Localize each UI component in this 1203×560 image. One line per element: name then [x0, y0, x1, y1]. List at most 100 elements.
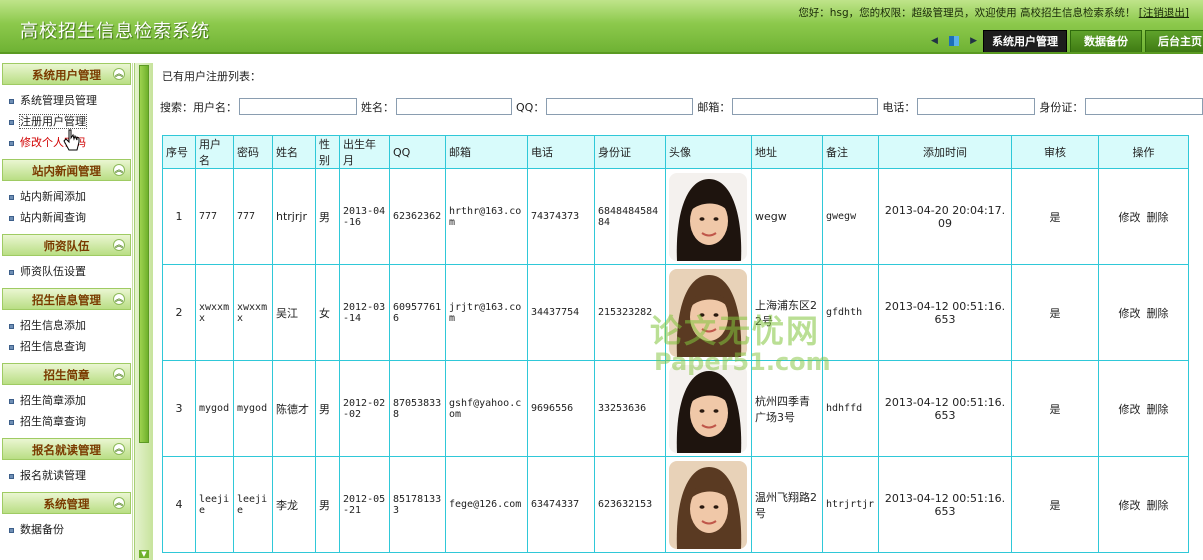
edit-link[interactable]: 修改 [1119, 499, 1141, 512]
app-header: 高校招生信息检索系统 您好：hsg，您的权限：超级管理员，欢迎使用 高校招生信息… [0, 0, 1203, 54]
delete-link[interactable]: 删除 [1147, 499, 1169, 512]
col-header[interactable]: 地址 [751, 135, 823, 169]
collapse-icon[interactable]: ︽ [113, 164, 125, 176]
delete-link[interactable]: 删除 [1147, 307, 1169, 320]
arrow-left-icon[interactable]: ◀ [931, 36, 938, 46]
search-username-input[interactable] [239, 98, 357, 115]
avatar-cell [665, 264, 752, 361]
search-qq-input[interactable] [546, 98, 694, 115]
menu-group-title[interactable]: 系统用户管理 ︽ [2, 63, 131, 85]
col-header[interactable]: 密码 [233, 135, 273, 169]
logout-link[interactable]: [注销退出] [1139, 7, 1189, 19]
tab-admin-home[interactable]: 后台主页 [1145, 30, 1203, 52]
col-header[interactable]: 邮箱 [445, 135, 528, 169]
cell-phone: 34437754 [527, 264, 595, 361]
search-phone-input[interactable] [917, 98, 1036, 115]
tab-scroll-arrows[interactable]: ◀ ▶ [931, 34, 977, 48]
col-header[interactable]: 操作 [1098, 135, 1189, 169]
search-bar: 搜索： 用户名： 姓名： QQ： 邮箱： 电话： 身份证： 查找 [160, 98, 1203, 115]
app-title: 高校招生信息检索系统 [20, 21, 210, 42]
col-header[interactable]: 添加时间 [878, 135, 1012, 169]
sidebar-scrollbar[interactable]: ▼ [134, 63, 153, 560]
collapse-icon[interactable]: ︽ [113, 239, 125, 251]
search-prefix: 搜索： [160, 100, 193, 114]
tab-data-backup[interactable]: 数据备份 [1070, 30, 1142, 52]
cell-email: jrjtr@163.com [445, 264, 528, 361]
menu-group-label: 招生简章 [43, 368, 90, 382]
collapse-icon[interactable]: ︽ [113, 68, 125, 80]
collapse-icon[interactable]: ︽ [113, 497, 125, 509]
menu-group-title[interactable]: 系统管理 ︽ [2, 492, 131, 514]
col-header[interactable]: 身份证 [594, 135, 666, 169]
collapse-icon[interactable]: ︽ [113, 368, 125, 380]
edit-link[interactable]: 修改 [1119, 211, 1141, 224]
sidebar-item-admission-query[interactable]: 招生信息查询 [9, 336, 132, 357]
mouse-cursor-icon [63, 129, 80, 151]
cell-qq: 62362362 [389, 168, 446, 265]
bullet-icon [9, 215, 14, 221]
search-idcard-input[interactable] [1085, 98, 1203, 115]
menu-group-title[interactable]: 报名就读管理 ︽ [2, 438, 131, 460]
menu-group-title[interactable]: 招生简章 ︽ [2, 363, 131, 385]
bullet-icon [9, 398, 14, 404]
menu-group-label: 师资队伍 [43, 239, 90, 253]
sidebar-item-faculty-settings[interactable]: 师资队伍设置 [9, 261, 132, 282]
cell-name: 陈德才 [272, 360, 316, 457]
sidebar-item-brochure-add[interactable]: 招生简章添加 [9, 390, 132, 411]
col-header[interactable]: 头像 [665, 135, 752, 169]
col-header[interactable]: 审核 [1011, 135, 1099, 169]
menu-group-label: 系统用户管理 [32, 68, 101, 82]
edit-link[interactable]: 修改 [1119, 403, 1141, 416]
search-name-input[interactable] [396, 98, 512, 115]
sidebar-item-news-add[interactable]: 站内新闻添加 [9, 186, 132, 207]
cell-audit: 是 [1011, 360, 1099, 457]
sidebar-item-label: 招生信息添加 [20, 319, 86, 332]
collapse-icon[interactable]: ︽ [113, 293, 125, 305]
col-header[interactable]: 备注 [822, 135, 879, 169]
table-row: 1 777 777 htrjrjr 男 2013-04-16 62362362 hrthr@1… [162, 168, 1189, 265]
delete-link[interactable]: 删除 [1147, 403, 1169, 416]
bullet-icon [9, 269, 14, 275]
cell-added: 2013-04-20 20:04:17.09 [878, 168, 1012, 265]
search-email-input[interactable] [732, 98, 879, 115]
actions-cell: 修改 删除 [1098, 264, 1189, 361]
sidebar-item-enrollment-management[interactable]: 报名就读管理 [9, 465, 132, 486]
sidebar-item-admission-add[interactable]: 招生信息添加 [9, 315, 132, 336]
menu-group-title[interactable]: 师资队伍 ︽ [2, 234, 131, 256]
sidebar-item-admin-management[interactable]: 系统管理员管理 [9, 90, 132, 111]
top-tabs: 系统用户管理 数据备份 后台主页 [983, 30, 1203, 52]
cell-note: htrjrtjr [822, 456, 879, 553]
cell-username: mygod [195, 360, 234, 457]
cell-qq: 851781333 [389, 456, 446, 553]
collapse-icon[interactable]: ︽ [113, 443, 125, 455]
arrow-right-icon[interactable]: ▶ [970, 36, 977, 46]
col-header[interactable]: 性别 [315, 135, 340, 169]
col-header[interactable]: 姓名 [272, 135, 316, 169]
cell-email: gshf@yahoo.com [445, 360, 528, 457]
sidebar-item-label: 招生信息查询 [20, 340, 86, 353]
col-header[interactable]: 用户名 [195, 135, 234, 169]
col-header[interactable]: 出生年月 [339, 135, 390, 169]
cell-no: 1 [162, 168, 196, 265]
tab-user-management[interactable]: 系统用户管理 [983, 30, 1067, 52]
delete-link[interactable]: 删除 [1147, 211, 1169, 224]
sidebar-item-data-backup[interactable]: 数据备份 [9, 519, 132, 540]
bullet-icon [9, 323, 14, 329]
scrollbar-thumb[interactable] [139, 65, 149, 443]
edit-link[interactable]: 修改 [1119, 307, 1141, 320]
sidebar-item-brochure-query[interactable]: 招生简章查询 [9, 411, 132, 432]
avatar [669, 364, 747, 453]
col-header[interactable]: 序号 [162, 135, 196, 169]
scroll-down-icon[interactable]: ▼ [139, 550, 149, 558]
col-header[interactable]: 电话 [527, 135, 595, 169]
search-label-phone: 电话： [882, 100, 916, 114]
sidebar-item-news-query[interactable]: 站内新闻查询 [9, 207, 132, 228]
col-header[interactable]: QQ [389, 135, 446, 169]
cell-gender: 男 [315, 360, 340, 457]
cell-password: leejie [233, 456, 273, 553]
sidebar-item-label: 系统管理员管理 [20, 94, 97, 107]
menu-group-title[interactable]: 站内新闻管理 ︽ [2, 159, 131, 181]
cell-name: 吴江 [272, 264, 316, 361]
menu-group-title[interactable]: 招生信息管理 ︽ [2, 288, 131, 310]
avatar-cell [665, 456, 752, 553]
